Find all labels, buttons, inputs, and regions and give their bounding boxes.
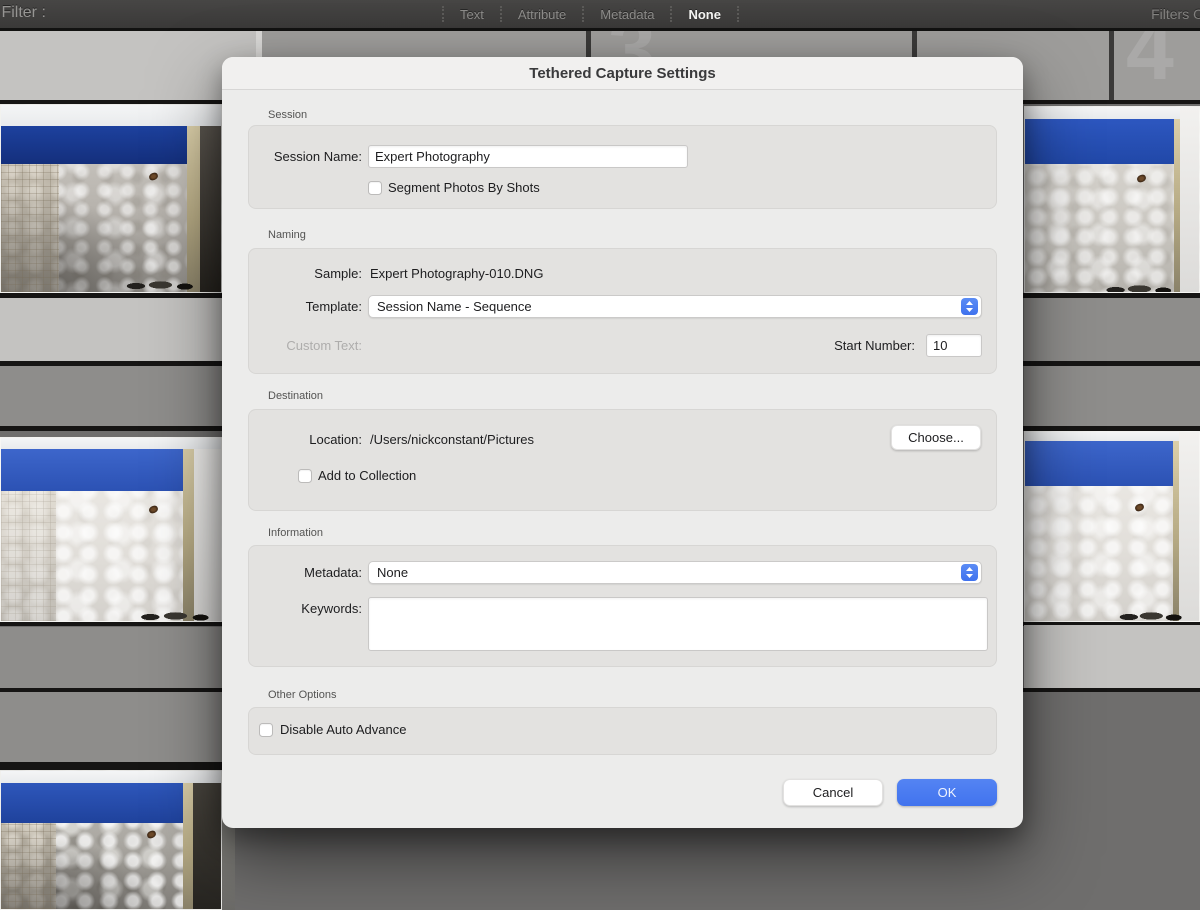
metadata-select-value: None (377, 565, 408, 580)
session-name-input[interactable] (368, 145, 688, 168)
tethered-capture-settings-dialog: Tethered Capture Settings Session Sessio… (222, 57, 1023, 828)
filter-separator (582, 6, 584, 22)
disable-auto-advance-checkbox[interactable] (259, 723, 273, 737)
photo-layer (1, 491, 56, 621)
section-label-naming: Naming (268, 229, 306, 241)
photo-layer (187, 126, 200, 292)
library-filter-bar: y Filter : Text Attribute Metadata None … (0, 0, 1200, 28)
grid-cell: 4 (1114, 31, 1200, 100)
photo-layer (1117, 611, 1183, 622)
select-stepper-icon (961, 298, 978, 315)
segment-photos-checkbox[interactable] (368, 181, 382, 195)
add-to-collection-label: Add to Collection (318, 469, 416, 483)
grid-cell (0, 31, 256, 100)
photo-layer (1025, 119, 1174, 164)
photo-layer (1, 163, 59, 292)
filters-toggle-label[interactable]: Filters O (1151, 6, 1200, 22)
metadata-label: Metadata: (222, 561, 362, 584)
section-label-session: Session (268, 109, 307, 121)
photo-layer (183, 449, 194, 621)
photo-thumbnail[interactable] (0, 770, 222, 910)
photo-layer (123, 280, 195, 291)
photo-layer (1025, 107, 1199, 119)
segment-photos-label: Segment Photos By Shots (388, 181, 540, 195)
grid-cell (1024, 625, 1200, 688)
sample-label: Sample: (222, 262, 362, 285)
template-select[interactable]: Session Name - Sequence (368, 295, 982, 318)
photo-layer (1, 126, 187, 164)
grid-cell (1024, 298, 1200, 361)
add-to-collection-checkbox[interactable] (298, 469, 312, 483)
sample-value: Expert Photography-010.DNG (370, 262, 543, 285)
template-select-value: Session Name - Sequence (377, 299, 532, 314)
photo-layer (1, 783, 183, 823)
ok-button[interactable]: OK (897, 779, 997, 806)
filter-separator (500, 6, 502, 22)
section-label-destination: Destination (268, 390, 323, 402)
row-separator (0, 762, 235, 770)
destination-groupbox (248, 409, 997, 511)
photo-layer (1025, 441, 1173, 486)
topbar-divider (0, 28, 1200, 31)
choose-button[interactable]: Choose... (891, 425, 981, 450)
filter-items: Text Attribute Metadata None (440, 0, 741, 28)
photo-layer (1134, 503, 1145, 512)
photo-layer (200, 126, 222, 292)
filter-bar-left-label: y Filter : (0, 4, 46, 22)
photo-layer (1180, 107, 1200, 292)
dialog-title: Tethered Capture Settings (529, 65, 715, 82)
section-label-information: Information (268, 527, 323, 539)
photo-layer (1, 438, 221, 449)
custom-text-label: Custom Text: (222, 334, 362, 357)
filter-item-text[interactable]: Text (446, 7, 498, 22)
filter-separator (670, 6, 672, 22)
filter-item-metadata[interactable]: Metadata (586, 7, 668, 22)
photo-layer (183, 783, 193, 909)
photo-layer (1025, 432, 1199, 441)
photo-thumbnail[interactable] (1024, 431, 1200, 622)
photo-layer (148, 505, 159, 514)
filter-separator (442, 6, 444, 22)
dialog-titlebar: Tethered Capture Settings (222, 57, 1023, 90)
grid-cell (1024, 366, 1200, 426)
location-value: /Users/nickconstant/Pictures (370, 428, 534, 451)
location-label: Location: (222, 428, 362, 451)
photo-layer (1136, 174, 1147, 183)
select-stepper-icon (961, 564, 978, 581)
photo-layer (137, 611, 211, 622)
template-label: Template: (222, 295, 362, 318)
photo-layer (1, 823, 56, 909)
photo-layer (1, 771, 221, 783)
cancel-button[interactable]: Cancel (783, 779, 883, 806)
photo-layer (194, 449, 222, 621)
section-label-other-options: Other Options (268, 689, 336, 701)
keywords-textarea[interactable] (368, 597, 988, 651)
session-name-label: Session Name: (222, 145, 362, 168)
start-number-input[interactable] (926, 334, 982, 357)
grid-cell (0, 692, 235, 762)
photo-layer (1, 449, 183, 491)
photo-layer (193, 783, 222, 909)
photo-thumbnail[interactable] (1024, 106, 1200, 293)
photo-thumbnail[interactable] (0, 104, 222, 293)
grid-cell (0, 366, 235, 426)
start-number-label: Start Number: (775, 334, 915, 357)
photo-layer (1, 105, 221, 126)
filter-separator (737, 6, 739, 22)
disable-auto-advance-label: Disable Auto Advance (280, 723, 406, 737)
keywords-label: Keywords: (222, 597, 362, 620)
cell-index-number: 4 (1126, 31, 1174, 93)
filter-item-none[interactable]: None (674, 7, 735, 22)
filter-item-attribute[interactable]: Attribute (504, 7, 580, 22)
grid-cell (0, 298, 235, 361)
photo-layer (1179, 432, 1200, 621)
photo-thumbnail[interactable] (0, 437, 222, 622)
metadata-select[interactable]: None (368, 561, 982, 584)
photo-layer (1103, 284, 1173, 293)
grid-cell (0, 627, 235, 688)
